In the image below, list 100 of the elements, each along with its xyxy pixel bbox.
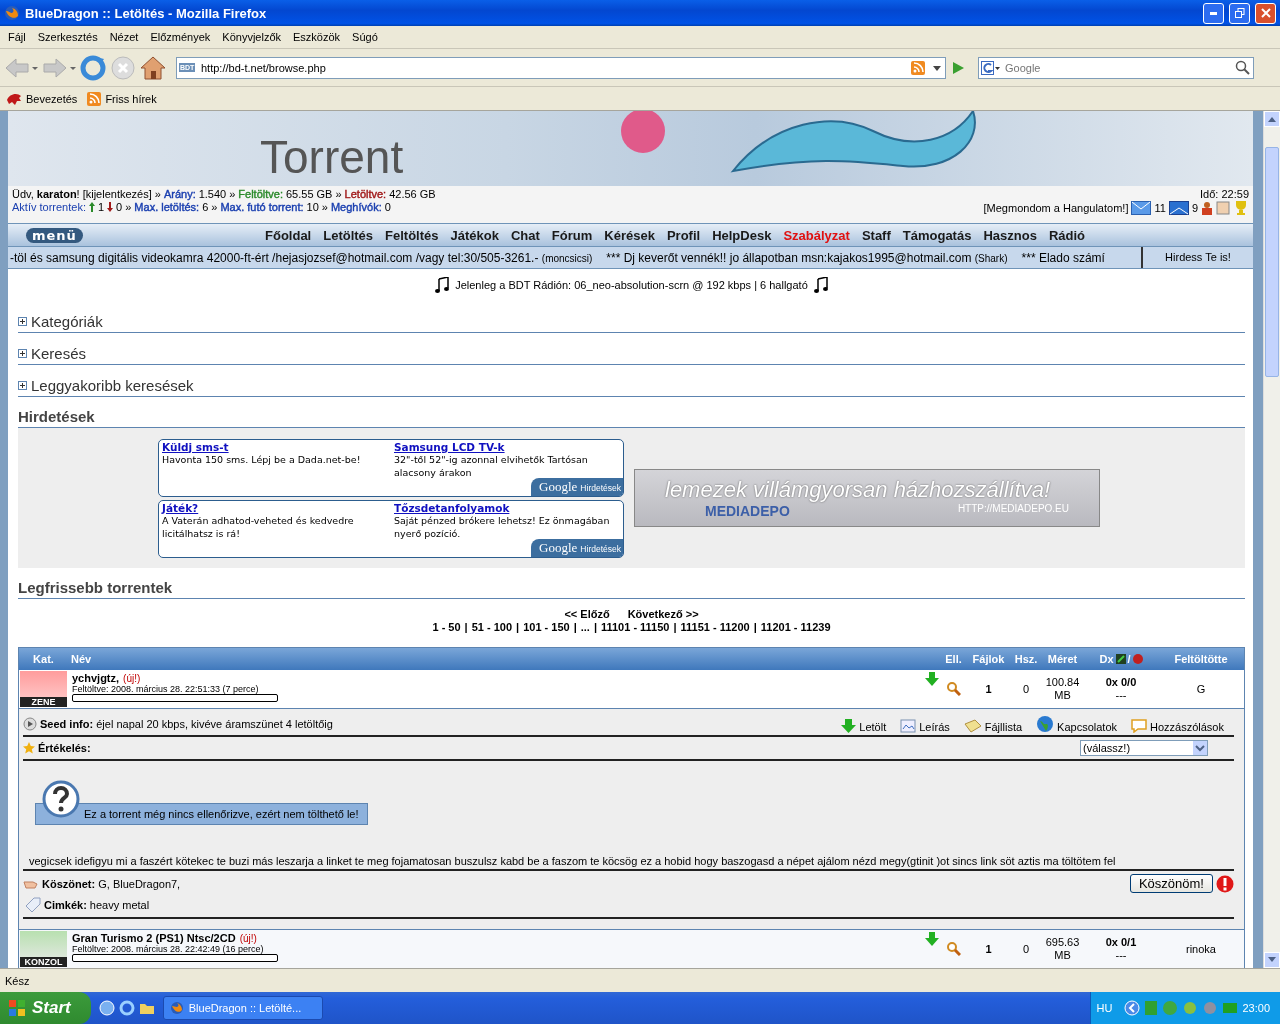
- maximize-icon: [1234, 8, 1245, 18]
- nav-link[interactable]: Főoldal: [265, 227, 312, 243]
- scrollbar-thumb[interactable]: [1265, 147, 1279, 377]
- uploader-link[interactable]: G: [1158, 683, 1244, 695]
- mood-link[interactable]: [Megmondom a Hangulatom!]: [983, 202, 1129, 214]
- site-logo: Torrent: [260, 130, 404, 185]
- category-image[interactable]: KONZOL: [20, 931, 67, 967]
- tray-app-icon: [1162, 1000, 1179, 1016]
- detail-action-link[interactable]: Letölt: [841, 715, 887, 733]
- menu-item[interactable]: Szerkesztés: [31, 31, 104, 43]
- rating-dropdown[interactable]: (válassz!): [1080, 740, 1208, 756]
- search-field[interactable]: Google: [978, 56, 1254, 79]
- peer-sub: ---: [1115, 689, 1127, 702]
- detail-action-link[interactable]: Fájllista: [963, 715, 1023, 733]
- folder-icon: [963, 719, 982, 733]
- ad-text: A Vaterán adhatod-veheted és kedvedre licitálhatsz is rá!: [162, 514, 355, 540]
- page-link[interactable]: ...: [580, 621, 590, 633]
- page-link[interactable]: 11201 - 11239: [760, 621, 831, 633]
- menu-item[interactable]: Fájl: [2, 31, 32, 43]
- ad-title-link[interactable]: Küldj sms-t: [162, 440, 394, 453]
- uploader-link[interactable]: rinoka: [1158, 943, 1244, 955]
- windows-flag-icon: [8, 999, 26, 1017]
- magnifier-icon: [946, 682, 961, 696]
- taskbar-window-button[interactable]: BlueDragon :: Letölté...: [162, 996, 323, 1020]
- page-link[interactable]: 51 - 100: [471, 621, 513, 633]
- menu-item[interactable]: Nézet: [103, 31, 145, 43]
- message-count: 11: [1154, 202, 1166, 214]
- previous-link[interactable]: << Előző: [564, 608, 610, 620]
- nav-link[interactable]: Staff: [861, 227, 891, 243]
- detail-action-link[interactable]: Leírás: [900, 715, 950, 733]
- separator-mark: |: [593, 621, 597, 633]
- tags-text: Cimkék: heavy metal: [44, 899, 150, 911]
- bookmark-item[interactable]: Bevezetés: [6, 91, 78, 106]
- time-text: Idő: 22:59: [1200, 188, 1249, 200]
- nav-link[interactable]: Támogatás: [902, 227, 972, 243]
- size-text: 695.63 MB: [1044, 936, 1081, 962]
- page-link[interactable]: 11101 - 11150: [600, 621, 670, 633]
- detail-action-link[interactable]: Hozzászólások: [1131, 715, 1224, 733]
- detail-action-link[interactable]: Kapcsolatok: [1036, 715, 1117, 733]
- minimize-icon: [1210, 11, 1217, 15]
- ad-text: 32"-től 52"-ig azonnal elvihetők Tartósan alacsony árakon: [394, 453, 589, 479]
- home-icon: [140, 54, 166, 81]
- page-link[interactable]: 1 - 50: [432, 621, 461, 633]
- nav-link[interactable]: HelpDesk: [712, 227, 772, 243]
- ads-badge[interactable]: Google Hirdetések: [531, 538, 623, 557]
- go-arrow-icon: [950, 59, 966, 76]
- separator-mark: |: [673, 621, 677, 633]
- scroll-up-button[interactable]: [1264, 111, 1280, 127]
- ads-badge[interactable]: Google Hirdetések: [531, 477, 623, 496]
- section-title[interactable]: Keresés: [31, 344, 87, 362]
- menu-item[interactable]: Eszközök: [287, 31, 347, 43]
- alert-icon: [1216, 874, 1234, 893]
- section-title[interactable]: Leggyakoribb keresések: [31, 376, 194, 394]
- tray-app-icon: [1202, 1000, 1219, 1016]
- close-button[interactable]: [1255, 2, 1276, 24]
- menu-item[interactable]: Könyvjelzők: [216, 31, 288, 43]
- advertise-link[interactable]: Hirdess Te is!: [1141, 247, 1253, 268]
- nav-link[interactable]: Letöltés: [323, 227, 374, 243]
- nav-link[interactable]: Feltöltés: [385, 227, 439, 243]
- ad-title-link[interactable]: Samsung LCD TV-k: [394, 440, 626, 453]
- menu-item[interactable]: Súgó: [346, 31, 384, 43]
- nav-link[interactable]: Kérések: [604, 227, 655, 243]
- expand-icon[interactable]: [18, 316, 27, 326]
- close-icon: [1260, 8, 1271, 18]
- download-arrow-icon: [841, 719, 857, 733]
- bookmark-item[interactable]: Friss hírek: [87, 91, 157, 106]
- start-button[interactable]: Start: [0, 992, 91, 1024]
- next-link[interactable]: Következő >>: [627, 608, 699, 620]
- separator-mark: |: [464, 621, 468, 633]
- minimize-button[interactable]: [1203, 2, 1224, 24]
- page-link[interactable]: 11151 - 11200: [680, 621, 750, 633]
- tray-app-icon: [1222, 1000, 1239, 1016]
- nav-link[interactable]: Profil: [666, 227, 701, 243]
- separator-mark: »: [211, 201, 218, 213]
- ticker-message: *** Elado számí: [1021, 250, 1105, 265]
- section-title[interactable]: Kategóriák: [31, 312, 103, 330]
- torrent-row[interactable]: ZENE ychvjgtz, (új!) Feltöltve: 2008. március 28. 22:51:33 (7 perce) 1 0 100.84 MB 0x 0/0 --- G: [19, 670, 1244, 709]
- envelope-icon: [1131, 201, 1152, 215]
- rating-label: Értékelés:: [38, 742, 91, 754]
- page-link[interactable]: 101 - 150: [523, 621, 570, 633]
- category-image[interactable]: ZENE: [20, 671, 67, 707]
- ad-title-link[interactable]: Játék?: [162, 501, 394, 514]
- expand-icon[interactable]: [18, 348, 27, 358]
- logout-link[interactable]: [kijelentkezés]: [82, 188, 152, 200]
- nav-link[interactable]: Játékok: [450, 227, 499, 243]
- scroll-down-button[interactable]: [1264, 952, 1280, 968]
- nav-link[interactable]: Fórum: [551, 227, 593, 243]
- menu-item[interactable]: Előzmények: [144, 31, 217, 43]
- torrent-name-link[interactable]: Gran Turismo 2 (PS1) Ntsc/2CD: [72, 932, 236, 944]
- maximize-button[interactable]: [1229, 2, 1250, 24]
- nav-link[interactable]: Hasznos: [983, 227, 1037, 243]
- trophy-icon: [1233, 201, 1249, 215]
- torrent-row[interactable]: KONZOL Gran Turismo 2 (PS1) Ntsc/2CD (új!) Feltöltve: 2008. március 28. 22:42:49 (16 perce) 1 0 695.63 MB 0x 0/1 --- rinoka: [19, 930, 1244, 968]
- torrent-name-link[interactable]: ychvjgtz,: [72, 672, 120, 684]
- file-count: 1: [984, 943, 993, 955]
- thanks-button[interactable]: Köszönöm!: [1129, 874, 1213, 893]
- ad-title-link[interactable]: Tőzsdetanfolyamok: [394, 501, 626, 514]
- expand-icon[interactable]: [18, 380, 27, 390]
- nav-link[interactable]: Chat: [510, 227, 540, 243]
- nav-link[interactable]: Rádió: [1048, 227, 1085, 243]
